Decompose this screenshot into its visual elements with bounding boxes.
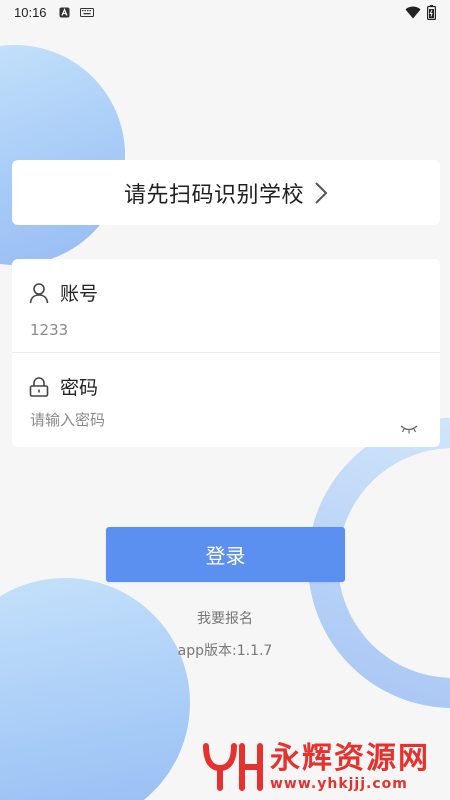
watermark-url: www.yhkjjj.com [270,776,408,792]
watermark-text-group: 永辉资源网 www.yhkjjj.com [270,741,430,793]
lock-icon [28,376,50,398]
password-label: 密码 [60,377,99,399]
login-form: 账号 密码 [12,259,440,447]
account-field-header: 账号 [28,279,98,306]
eye-closed-icon[interactable] [400,419,418,434]
status-time: 10:16 [14,4,47,20]
school-select-label: 请先扫码识别学校 [123,182,304,208]
wifi-icon [405,6,421,19]
a-icon [59,7,70,18]
chevron-right-icon [314,181,328,205]
battery-icon [427,4,436,20]
school-select-button[interactable]: 请先扫码识别学校 [12,160,440,225]
decor-circle-top-left [0,45,125,265]
keyboard-icon [79,7,94,17]
watermark-logo-icon [202,742,264,792]
watermark-title: 永辉资源网 [270,741,430,776]
user-icon [28,282,50,304]
password-input[interactable] [30,411,390,429]
account-input[interactable] [30,321,390,339]
watermark: 永辉资源网 www.yhkjjj.com [202,742,430,792]
password-field-group: 密码 [12,353,440,447]
login-screen: 10:16 请先扫码识别学校 账号 1233 密码 登录 我要报名 app版本:… [0,0,450,800]
account-label: 账号 [60,283,99,305]
register-link[interactable]: 我要报名 [0,608,450,628]
status-bar: 10:16 [0,0,450,24]
password-field-header: 密码 [28,373,98,400]
login-button[interactable]: 登录 [106,527,345,582]
account-field-group: 账号 [12,259,440,353]
app-version: app版本:1.1.7 [177,643,273,659]
